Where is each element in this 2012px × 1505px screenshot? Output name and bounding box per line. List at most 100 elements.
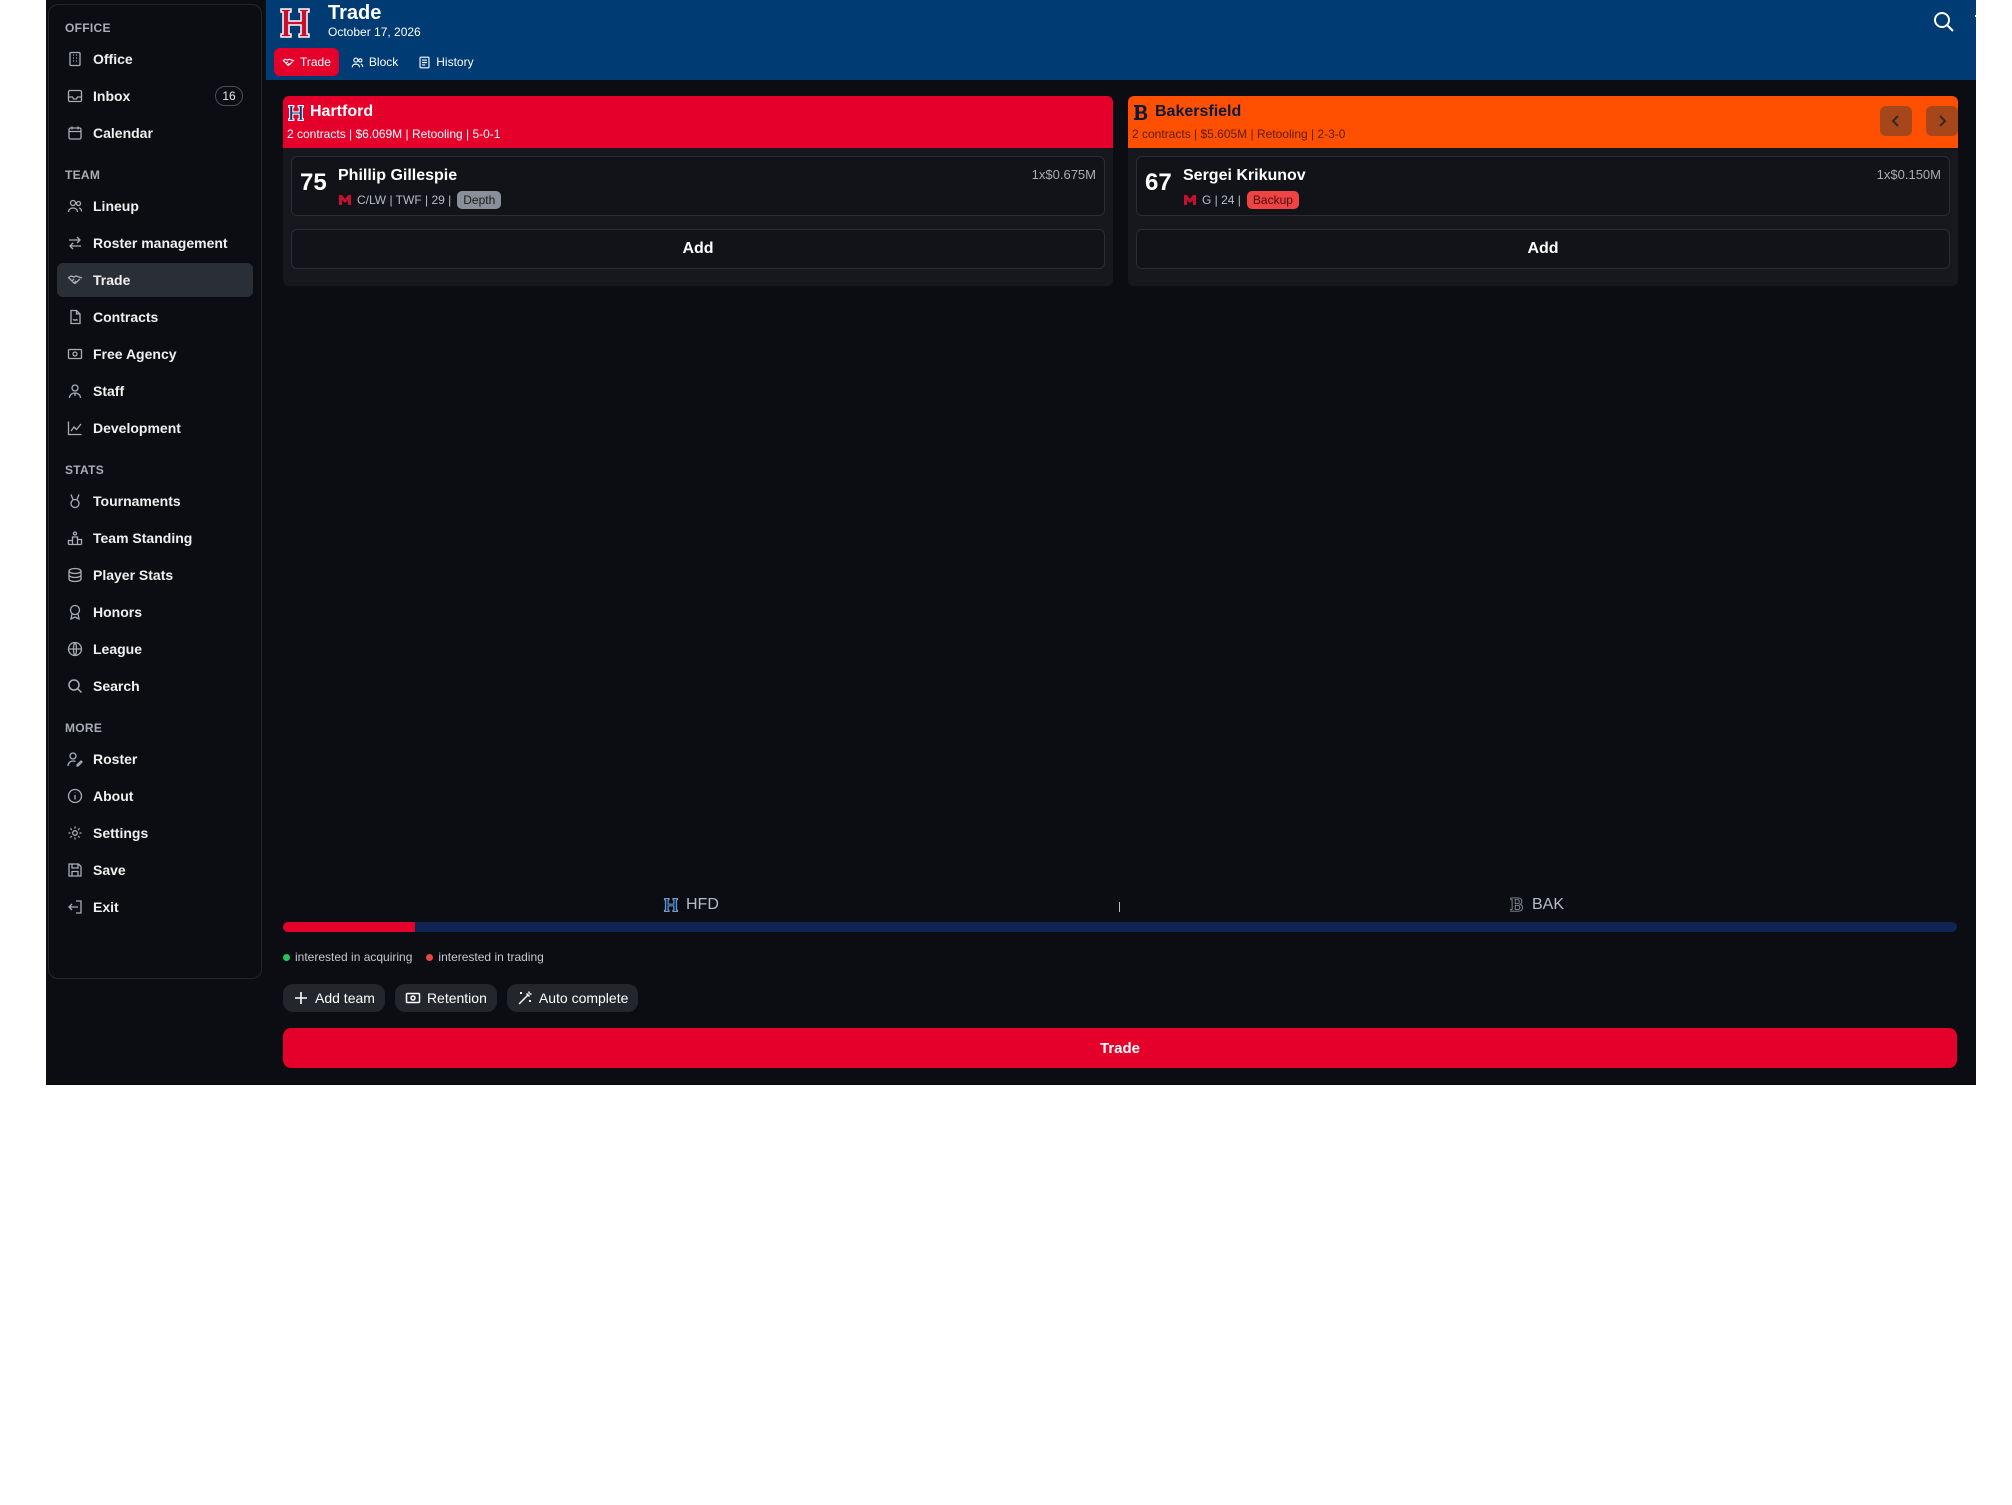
sidebar-item-label: Staff (93, 383, 125, 399)
legend-label: interested in trading (438, 950, 544, 964)
sidebar-item-label: Free Agency (93, 346, 177, 362)
sidebar-item-label: Development (93, 420, 181, 436)
player-card[interactable]: 75 Phillip Gillespie C/LW | TWF | 29 | D… (291, 156, 1105, 216)
sidebar-item-exit[interactable]: Exit (57, 890, 253, 924)
sidebar-item-lineup[interactable]: Lineup (57, 189, 253, 223)
sidebar-item-honors[interactable]: Honors (57, 595, 253, 629)
tab-block[interactable]: Block (343, 48, 406, 76)
team-abbreviation: HFD (686, 896, 719, 913)
sidebar-item-label: Roster (93, 751, 138, 767)
team-abbreviation: BAK (1532, 896, 1565, 913)
tab-history[interactable]: History (410, 48, 481, 76)
sidebar-item-label: About (93, 788, 134, 804)
sidebar-item-settings[interactable]: Settings (57, 816, 253, 850)
sidebar-item-label: Lineup (93, 198, 139, 214)
chart-line-icon (67, 421, 82, 436)
sidebar-item-trade[interactable]: Trade (57, 263, 253, 297)
retention-button[interactable]: Retention (394, 984, 497, 1012)
sidebar-item-staff[interactable]: Staff (57, 374, 253, 408)
sidebar-item-league[interactable]: League (57, 632, 253, 666)
database-icon (68, 567, 82, 583)
sidebar-item-label: Settings (93, 825, 149, 841)
sidebar-item-label: Calendar (93, 125, 153, 141)
trade-balance-labels: HFD BAK (283, 896, 1957, 918)
sidebar-item-about[interactable]: About (57, 779, 253, 813)
page-title: Trade (328, 2, 382, 24)
legend-item-trading: interested in trading (426, 950, 544, 964)
player-meta: G | 24 | Backup (1183, 191, 1299, 209)
role-badge: Depth (457, 191, 502, 209)
inbox-icon (67, 89, 83, 103)
team-name: Bakersfield (1155, 103, 1242, 120)
team-panel-hartford: Hartford 2 contracts | $6.069M | Retooli… (283, 96, 1113, 286)
sidebar-item-player-stats[interactable]: Player Stats (57, 558, 253, 592)
balance-label-left: HFD (663, 896, 719, 914)
sidebar-item-team-standing[interactable]: Team Standing (57, 521, 253, 555)
magic-wand-icon (518, 991, 532, 1005)
search-icon[interactable] (1932, 10, 1956, 34)
tab-label: History (436, 55, 474, 69)
sidebar-item-label: Search (93, 678, 140, 694)
sidebar-item-free-agency[interactable]: Free Agency (57, 337, 253, 371)
auto-complete-button[interactable]: Auto complete (506, 984, 639, 1012)
cash-icon (67, 348, 83, 360)
legend-label: interested in acquiring (295, 950, 413, 964)
sidebar-item-office[interactable]: Office (57, 42, 253, 76)
previous-team-button[interactable] (1880, 106, 1912, 136)
sidebar-item-label: Player Stats (93, 567, 174, 583)
cash-icon (405, 992, 421, 1004)
header-tabs: Trade Block History (274, 48, 482, 76)
bakersfield-logo-icon (1510, 897, 1523, 912)
sidebar-item-inbox[interactable]: Inbox 16 (57, 79, 253, 113)
player-card[interactable]: 67 Sergei Krikunov G | 24 | Backup 1x$0.… (1136, 156, 1950, 216)
tab-label: Block (368, 55, 399, 69)
game-date: October 17, 2026 (328, 25, 421, 39)
save-icon (68, 863, 82, 877)
user-tie-icon (68, 384, 82, 399)
user-edit-icon (67, 752, 83, 767)
handshake-icon (67, 275, 83, 285)
sidebar-item-label: Inbox (93, 88, 131, 104)
sidebar-item-label: Team Standing (93, 530, 193, 546)
sidebar-item-label: Roster management (93, 235, 228, 251)
medal-icon (70, 494, 80, 509)
sidebar-item-label: Tournaments (93, 493, 181, 509)
sidebar-item-development[interactable]: Development (57, 411, 253, 445)
player-details: C/LW | TWF | 29 | (357, 193, 452, 207)
chevron-right-icon (1939, 115, 1947, 127)
podium-icon (67, 531, 83, 546)
sidebar-item-roster[interactable]: Roster (57, 742, 253, 776)
red-dot-icon (426, 953, 434, 961)
next-team-button[interactable] (1926, 106, 1958, 136)
sidebar-item-label: Exit (93, 899, 119, 915)
sidebar-item-label: Honors (93, 604, 142, 620)
trash-icon[interactable] (1972, 10, 1976, 34)
tab-trade[interactable]: Trade (274, 48, 339, 76)
sidebar-item-label: Office (93, 51, 133, 67)
sidebar-section-team: TEAM (65, 168, 101, 182)
add-player-button[interactable]: Add (1136, 229, 1950, 269)
sidebar-item-tournaments[interactable]: Tournaments (57, 484, 253, 518)
hartford-logo-icon (288, 105, 304, 121)
sidebar-item-label: Save (93, 862, 126, 878)
add-team-button[interactable]: Add team (283, 984, 385, 1012)
sidebar-item-save[interactable]: Save (57, 853, 253, 887)
player-overall: 75 (300, 169, 327, 196)
interest-legend: interested in acquiring interested in tr… (283, 950, 544, 964)
award-icon (69, 604, 81, 620)
gear-icon (68, 826, 82, 840)
sidebar-item-contracts[interactable]: Contracts (57, 300, 253, 334)
app-window: OFFICE Office Inbox 16 Calendar TEAM Lin… (46, 0, 1976, 1085)
add-player-button[interactable]: Add (291, 229, 1105, 269)
submit-trade-button[interactable]: Trade (283, 1028, 1957, 1068)
player-details: G | 24 | (1202, 193, 1241, 207)
sidebar-item-calendar[interactable]: Calendar (57, 116, 253, 150)
trade-balance-bar (283, 922, 1957, 932)
tab-label: Trade (300, 55, 331, 69)
sidebar-item-search[interactable]: Search (57, 669, 253, 703)
arrows-swap-icon (69, 236, 81, 250)
sidebar-section-stats: STATS (65, 463, 105, 477)
sidebar-item-roster-management[interactable]: Roster management (57, 226, 253, 260)
trade-actions: Add team Retention Auto complete (283, 984, 639, 1012)
info-icon (67, 788, 83, 804)
